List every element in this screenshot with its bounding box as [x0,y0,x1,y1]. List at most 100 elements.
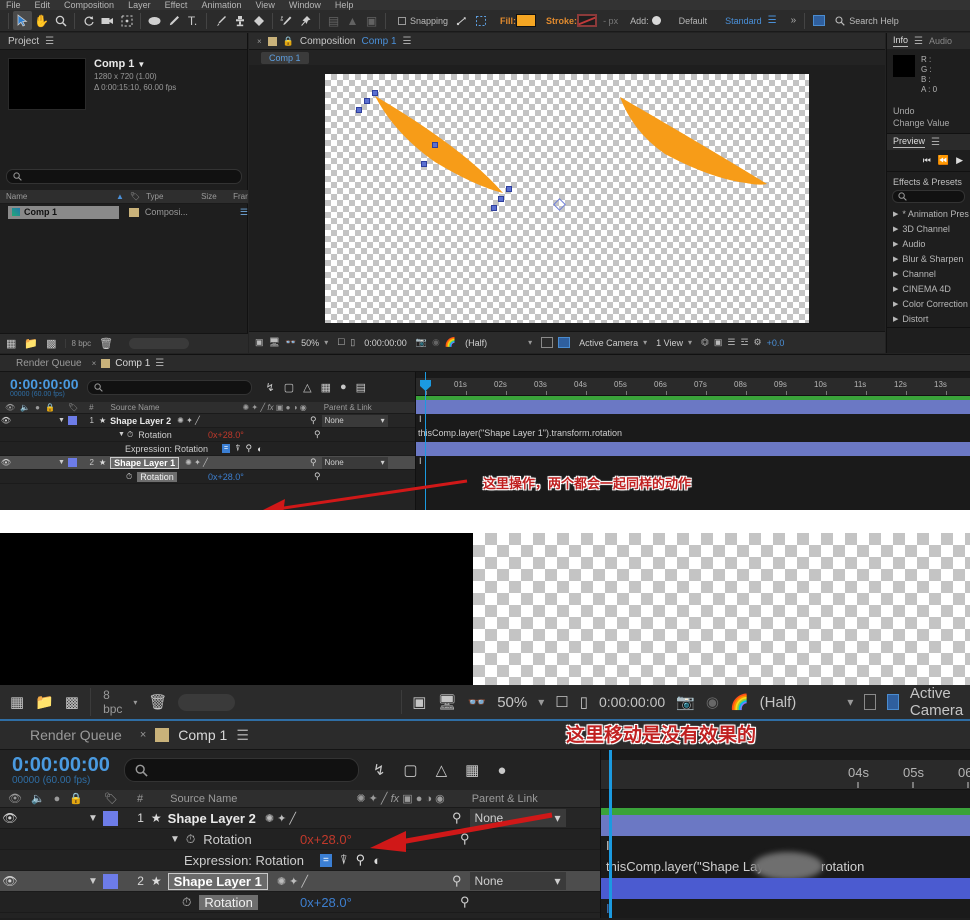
effect-category[interactable]: ▶Blur & Sharpen [887,252,970,267]
new-composition-icon[interactable]: ▦ [6,337,16,350]
layer-label-swatch[interactable] [68,458,77,467]
zoomed-canvas-checker[interactable] [473,533,970,685]
workspace-standard[interactable]: Standard [725,16,762,26]
layer-switches[interactable]: ✺ ✦ ╱ [177,416,200,425]
region-of-interest-icon[interactable]: ▯ [350,337,355,348]
search-help-box[interactable]: Search Help [835,16,899,26]
preview-transport[interactable]: ⏮ ⏪ ▶ [887,150,970,171]
camera-chevron-down-icon[interactable]: ▾ [643,338,647,347]
layer-name[interactable]: Shape Layer 2 [168,811,256,826]
layer-expand-triangle-icon[interactable]: ▼ [58,417,65,424]
bit-depth-chevron-down-icon[interactable]: ▾ [133,698,137,707]
camera-value[interactable]: Active Camera [910,685,970,719]
effect-category[interactable]: ▶Channel [887,267,970,282]
property-track[interactable]: I [416,414,970,428]
expression-text[interactable]: thisComp.layer("Shape Layer 1").transfor… [418,428,622,438]
snapping-checkbox[interactable]: Snapping [398,16,448,26]
views-chevron-down-icon[interactable]: ▾ [688,338,692,347]
project-footer[interactable]: ▦ 📁 ▩ 8 bpc 🗑 [0,333,248,353]
draft-3d-icon[interactable]: ▢ [284,381,294,394]
grid-guides-icon[interactable]: ☐ [337,337,345,348]
sort-ascending-icon[interactable]: ▲ [110,192,124,201]
add-menu-icon[interactable] [652,16,661,25]
snapshot-icon[interactable]: 📷 [676,693,695,711]
delete-icon[interactable]: 🗑 [99,337,113,350]
tools-toolbar[interactable]: ✋ T. [0,10,970,32]
timeline-link-icon[interactable]: ☰ [727,337,735,348]
layer-switches[interactable]: ✺ ✦ ╱ [185,458,208,467]
selection-handle[interactable] [432,142,438,148]
layer-parent-cell[interactable]: ⚲ None▾ [310,415,388,427]
layer-parent-cell[interactable]: ⚲ None▾ [310,457,388,469]
info-tab[interactable]: Info [893,35,908,47]
camera-tool-icon[interactable] [98,11,117,30]
menu-animation[interactable]: Animation [201,0,241,10]
clone-stamp-tool-icon[interactable] [230,11,249,30]
menu-view[interactable]: View [255,0,274,10]
project-panel-menu-icon[interactable]: ☰ [45,36,54,47]
project-col-name[interactable]: Name [0,192,110,201]
time-ruler[interactable]: 04s 05s 06s [601,760,970,790]
resolution-chevron-down-icon[interactable]: ▾ [847,695,853,709]
parent-dropdown[interactable]: None▾ [470,872,566,890]
col-source-name[interactable]: Source Name [111,403,160,412]
transparency-grid-toggle[interactable] [887,694,899,710]
menu-edit[interactable]: Edit [35,0,51,10]
grid-guides-icon[interactable]: ☐ [555,693,568,711]
project-comp-name[interactable]: Comp 1 ▼ [94,58,176,70]
effect-category[interactable]: ▶Color Correction [887,297,970,312]
menu-layer[interactable]: Layer [128,0,151,10]
selection-handle[interactable] [498,196,504,202]
hide-shy-layers-icon[interactable]: △ [303,381,311,394]
preview-panel[interactable]: Preview ☰ ⏮ ⏪ ▶ [887,134,970,172]
video-toggle-icon[interactable]: 👁 [8,792,22,805]
bit-depth-label[interactable]: 8 bpc [90,688,122,716]
snap-target-icon[interactable] [452,11,471,30]
layer-visibility-icon[interactable]: 👁 [0,416,12,425]
project-settings-icon[interactable]: ▩ [46,337,56,350]
property-name[interactable]: Rotation [199,895,257,910]
project-column-headers[interactable]: Name ▲ 🏷 Type Size Frar [0,190,248,204]
resolution-value[interactable]: (Half) [465,338,487,348]
lock-toggle-icon[interactable]: 🔒 [45,403,55,412]
eraser-tool-icon[interactable] [249,11,268,30]
layer-name[interactable]: Shape Layer 2 [110,416,171,426]
col-parent-link[interactable]: Parent & Link [324,403,372,412]
camera-value[interactable]: Active Camera [579,338,638,348]
timeline-search-input[interactable] [87,380,252,395]
property-value[interactable]: 0x+28.0° [208,472,244,482]
solo-toggle-icon[interactable]: ● [35,403,40,412]
timeline-panel[interactable]: Render Queue × Comp 1 ☰ 0:00:00:00 00000… [0,354,970,510]
effect-category[interactable]: ▶3D Channel [887,222,970,237]
toggle-transparency-icon[interactable]: ▣ [412,693,426,711]
hand-tool-icon[interactable]: ✋ [32,11,51,30]
stopwatch-icon[interactable]: ⏱ [186,832,195,847]
audio-toggle-icon[interactable]: 🔈 [31,792,45,805]
zoomed-canvas-black[interactable] [0,533,473,685]
col-source-name[interactable]: Source Name [170,793,237,805]
menu-composition[interactable]: Composition [64,0,114,10]
layer-duration-bar[interactable] [601,815,970,836]
shape-tool-icon[interactable] [145,11,164,30]
composition-timecode[interactable]: 0:00:00:00 [599,694,665,710]
draft-3d-icon[interactable]: ▢ [403,761,417,779]
workspace-more-icon[interactable]: » [791,15,797,26]
expression-graph-icon[interactable]: ⍒ [340,852,348,868]
layer-switches[interactable]: ✺ ✦ ╱ [265,812,296,825]
tab-render-queue[interactable]: Render Queue [30,727,122,743]
layer-visibility-icon[interactable]: 👁 [0,458,12,467]
composition-mini-flowchart-icon[interactable]: ↯ [373,761,386,779]
toggle-view-icon[interactable]: 🖥 [437,693,456,711]
layer-expand-triangle-icon[interactable]: ▼ [88,813,98,824]
motion-blur-icon[interactable]: ● [497,762,506,779]
selection-tool-icon[interactable] [13,11,32,30]
parent-dropdown[interactable]: None▾ [322,415,388,427]
zoom-tool-icon[interactable] [51,11,70,30]
project-search-input[interactable] [6,169,242,184]
preview-tab[interactable]: Preview [893,136,925,148]
timeline-tabbar[interactable]: Render Queue × Comp 1 ☰ [0,355,970,372]
expression-switches[interactable]: = ⍒ ⚲ ◐ [222,443,263,454]
timeline-toggle-row[interactable]: ↯ ▢ △ ▦ ● ▤ [266,381,367,394]
resolution-value[interactable]: (Half) [760,694,797,711]
frame-blending-icon[interactable]: ▦ [465,761,479,779]
